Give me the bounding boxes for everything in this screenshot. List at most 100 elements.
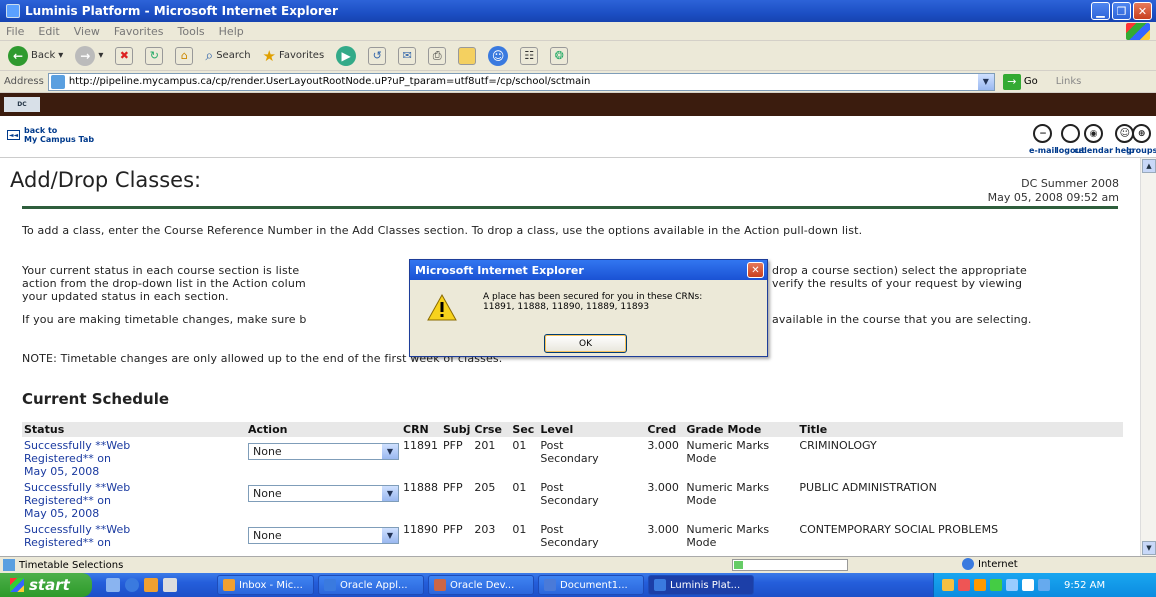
action-select[interactable]: None ▼ — [248, 527, 399, 544]
home-button[interactable]: ⌂ — [171, 44, 197, 68]
page-title: Add/Drop Classes: — [10, 168, 202, 192]
print-button[interactable]: ⎙ — [424, 44, 450, 68]
action-cell: None ▼ — [246, 521, 401, 550]
menu-favorites[interactable]: Favorites — [114, 25, 164, 38]
address-label: Address — [4, 76, 44, 87]
quick-launch — [106, 578, 177, 592]
status-cell: Successfully **Web Registered** on May 05,… — [22, 437, 246, 479]
crn-cell: 11891 — [401, 437, 441, 479]
favorites-button[interactable]: ★ Favorites — [259, 44, 329, 68]
scroll-up-icon[interactable]: ▲ — [1142, 159, 1156, 173]
maximize-button[interactable]: ❐ — [1112, 2, 1131, 20]
task-document1[interactable]: Document1... — [538, 575, 644, 595]
messenger-button[interactable]: ☺ — [484, 44, 512, 68]
task-inbox[interactable]: Inbox - Mic... — [217, 575, 314, 595]
nav-help[interactable]: ☺ help — [1115, 124, 1135, 155]
history-icon: ↺ — [368, 46, 387, 65]
tray-icon[interactable] — [974, 579, 986, 591]
outlook-icon[interactable] — [144, 578, 158, 592]
column-header: Grade Mode — [684, 422, 798, 437]
tray-icon[interactable] — [942, 579, 954, 591]
address-input[interactable]: http://pipeline.mycampus.ca/cp/render.Us… — [47, 72, 995, 91]
status-text-right: drop a course section) select the approp… — [772, 264, 1027, 290]
clock: 9:52 AM — [1064, 579, 1106, 591]
stop-icon: ✖ — [115, 46, 134, 65]
action-select[interactable]: None ▼ — [248, 443, 399, 460]
tray-icon[interactable] — [990, 579, 1002, 591]
task-oracle-dev[interactable]: Oracle Dev... — [428, 575, 534, 595]
column-header: Cred — [645, 422, 685, 437]
close-button[interactable]: ✕ — [1133, 2, 1152, 20]
minimize-button[interactable]: ▁ — [1091, 2, 1110, 20]
title-divider — [22, 206, 1118, 209]
chevron-down-icon: ▼ — [382, 486, 398, 501]
status-link[interactable]: Successfully — [24, 439, 92, 452]
main-content: Add/Drop Classes: DC Summer 2008 May 05,… — [10, 158, 1136, 556]
tray-icon[interactable] — [958, 579, 970, 591]
dialog-message-line1: A place has been secured for you in thes… — [483, 292, 703, 302]
desktop-icon[interactable] — [106, 578, 120, 592]
action-select[interactable]: None ▼ — [248, 485, 399, 502]
menu-edit[interactable]: Edit — [38, 25, 59, 38]
research-button[interactable]: ☷ — [516, 44, 542, 68]
history-button[interactable]: ↺ — [364, 44, 390, 68]
tray-icon[interactable] — [1006, 579, 1018, 591]
refresh-button[interactable]: ↻ — [141, 44, 167, 68]
search-button[interactable]: ⌕ Search — [201, 44, 254, 68]
menu-help[interactable]: Help — [219, 25, 244, 38]
address-url: http://pipeline.mycampus.ca/cp/render.Us… — [68, 76, 591, 87]
back-line2: My Campus Tab — [24, 135, 95, 144]
vertical-scrollbar[interactable]: ▲ ▼ — [1140, 158, 1156, 556]
links-button[interactable]: Links — [1056, 76, 1082, 87]
browser-toolbar: ← Back ▾ → ▾ ✖ ↻ ⌂ ⌕ Search ★ Favorites ▶ ↺ ✉… — [0, 41, 1156, 71]
tray-icon[interactable] — [1038, 579, 1050, 591]
mail-button[interactable]: ✉ — [394, 44, 420, 68]
status-text: Timetable Selections — [19, 559, 124, 571]
crse-cell: 205 — [472, 479, 511, 521]
portal-banner: DC — [0, 93, 1156, 116]
windows-logo-icon — [1126, 23, 1150, 40]
ie-icon[interactable] — [125, 578, 139, 592]
menu-file[interactable]: File — [6, 25, 24, 38]
subj-cell: PFP — [441, 437, 473, 479]
nav-logout[interactable]: logout — [1056, 124, 1085, 155]
stop-button[interactable]: ✖ — [111, 44, 137, 68]
dialog-close-button[interactable]: ✕ — [747, 262, 764, 278]
nav-logout-label: logout — [1056, 146, 1085, 155]
outlook-icon — [223, 579, 235, 591]
grade-mode-cell: Numeric Marks Mode — [684, 521, 798, 550]
nav-email[interactable]: − e-mail — [1029, 124, 1057, 155]
tray-icon[interactable] — [1022, 579, 1034, 591]
term-info: DC Summer 2008 May 05, 2008 09:52 am — [988, 177, 1119, 205]
status-link[interactable]: Successfully — [24, 523, 92, 536]
timetable-text-left: If you are making timetable changes, mak… — [22, 313, 307, 326]
start-button[interactable]: start — [0, 573, 92, 597]
menu-tools[interactable]: Tools — [178, 25, 205, 38]
back-button[interactable]: ← Back ▾ — [4, 44, 67, 68]
people-button[interactable]: ❂ — [546, 44, 572, 68]
title-cell: CRIMINOLOGY — [797, 437, 1123, 479]
media-button[interactable]: ▶ — [332, 44, 360, 68]
column-header: Action — [246, 422, 401, 437]
windows-flag-icon — [10, 578, 24, 592]
folder-button[interactable] — [454, 44, 480, 68]
task-luminis[interactable]: Luminis Plat... — [648, 575, 754, 595]
chevron-down-icon: ▾ — [98, 50, 104, 61]
security-zone: Internet — [962, 558, 1018, 570]
envelope-icon: − — [1033, 124, 1053, 143]
ie-icon — [654, 579, 666, 591]
ok-button[interactable]: OK — [544, 334, 627, 353]
forward-button[interactable]: → ▾ — [71, 44, 107, 68]
task-oracle-appl[interactable]: Oracle Appl... — [318, 575, 424, 595]
warning-icon — [427, 294, 457, 321]
scroll-down-icon[interactable]: ▼ — [1142, 541, 1156, 555]
chevron-down-icon[interactable]: ▼ — [977, 73, 994, 90]
go-button[interactable]: → Go — [1002, 73, 1038, 90]
nav-help-label: help — [1115, 146, 1135, 155]
back-to-campus-link[interactable]: ◄◄ back to My Campus Tab — [7, 126, 94, 144]
menu-view[interactable]: View — [74, 25, 100, 38]
app-icon[interactable] — [163, 578, 177, 592]
status-link[interactable]: Successfully — [24, 481, 92, 494]
level-cell: Post Secondary — [538, 521, 646, 550]
title-cell: PUBLIC ADMINISTRATION — [797, 479, 1123, 521]
